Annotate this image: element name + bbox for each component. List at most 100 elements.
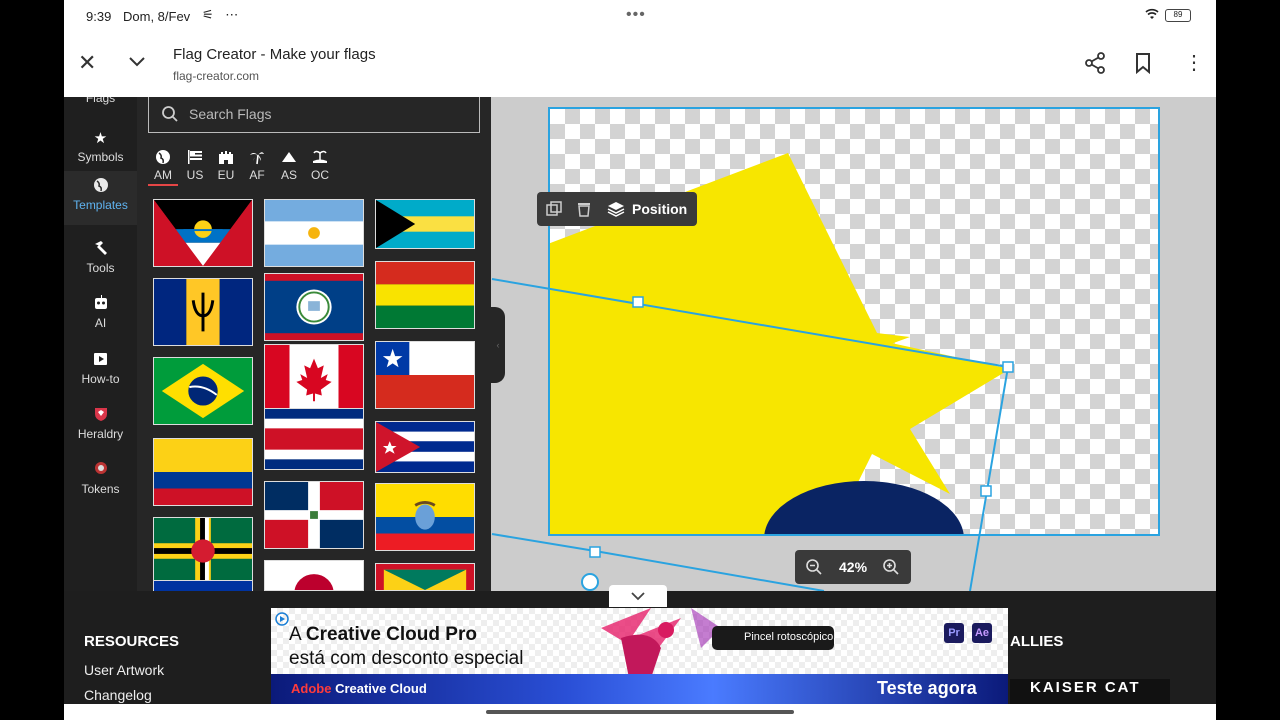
flag-ecuador[interactable] [375,483,475,551]
after-effects-icon: Ae [972,623,992,643]
nav-label: Heraldry [77,427,124,441]
tab-region-oc[interactable]: OC [305,149,335,182]
tab-region-us[interactable]: US [180,149,210,182]
nav-label: How-to [81,372,120,386]
search-input[interactable] [189,103,469,125]
close-icon[interactable]: ✕ [78,50,96,76]
star-icon: ★ [93,130,108,147]
status-time: 9:39 [86,9,112,24]
rotoscope-brush-badge: Pincel rotoscópico [712,626,834,650]
us-flag-icon [180,149,210,165]
multitask-dots-icon[interactable]: ••• [626,6,646,24]
flag-partial[interactable] [153,580,253,591]
region-label: EU [217,168,235,182]
flag-barbados[interactable] [153,278,253,346]
video-icon [64,351,137,369]
trash-icon[interactable] [575,200,593,218]
rotate-handle-icon[interactable] [581,573,599,591]
position-button[interactable]: Position [632,201,687,217]
globe-icon [148,149,178,165]
ad-headline-prefix: A [289,624,306,645]
page-url: flag-creator.com [173,69,260,83]
flag-cuba[interactable] [375,421,475,473]
wifi-icon [1144,7,1160,24]
kaiser-cat-logo[interactable]: KAISER CAT [1010,679,1170,704]
page-title: Flag Creator - Make your flags [173,46,376,63]
flag-japan-partial[interactable] [264,560,364,591]
link-changelog[interactable]: Changelog [84,687,152,703]
globe-icon [64,177,137,195]
token-icon [64,461,137,479]
search-box[interactable] [148,97,480,133]
layers-icon[interactable] [607,200,625,218]
flag-bolivia[interactable] [375,261,475,329]
nav-label: Tokens [81,482,120,496]
flag-design [550,153,1010,534]
region-label: OC [311,168,329,182]
island-icon [305,149,335,165]
resources-heading: RESOURCES [84,633,180,650]
try-now-button[interactable]: Teste agora [877,678,977,699]
element-toolbar: Position [537,192,697,226]
link-user-artwork[interactable]: User Artwork [84,662,164,678]
flag-brazil[interactable] [153,357,253,425]
notification-icons: ⚟ ⋯ [202,7,243,22]
chevron-down-icon [631,592,645,601]
robot-icon [64,295,137,313]
nav-item-symbols[interactable]: ★ Symbols [64,123,137,175]
flag-belize[interactable] [264,273,364,341]
nav-item-heraldry[interactable]: Heraldry [64,400,137,452]
tab-region-am[interactable]: AM [148,149,178,186]
ad-headline: A Creative Cloud Pro [289,624,477,646]
nav-item-flags[interactable]: Flags [64,97,137,105]
zoom-out-icon[interactable] [805,558,823,576]
chevron-down-icon[interactable] [126,50,148,72]
ad-bottom-bar: Adobe Creative Cloud Teste agora [271,674,1008,704]
flag-chile[interactable] [375,341,475,409]
home-indicator[interactable] [486,710,794,714]
ad-collapse-button[interactable] [609,585,667,607]
tab-region-af[interactable]: AF [242,149,272,182]
nav-item-tokens[interactable]: Tokens [64,455,137,507]
resize-handle[interactable] [589,546,601,558]
duplicate-icon[interactable] [545,200,563,218]
premiere-pro-icon: Pr [944,623,964,643]
adobe-cc-brand: Adobe Creative Cloud [291,681,427,696]
nav-item-tools[interactable]: Tools [64,234,137,286]
zoom-control: 42% [795,550,911,584]
flag-argentina[interactable] [264,199,364,267]
bookmark-icon[interactable] [1134,52,1152,74]
nav-label: Symbols [77,150,124,164]
status-bar: 9:39 Dom, 8/Fev ⚟ ⋯ ••• 89 [64,0,1216,32]
flag-bahamas[interactable] [375,199,475,249]
flag-canvas[interactable] [548,107,1160,536]
flag-colombia[interactable] [153,438,253,506]
nav-item-ai[interactable]: AI [64,289,137,341]
more-vert-icon[interactable]: ⋮ [1184,50,1204,75]
flag-dominican-republic[interactable] [264,481,364,549]
battery-icon: 89 [1165,9,1191,22]
mountain-icon [274,149,304,165]
flag-dominica[interactable] [153,517,253,585]
nav-label: Tools [86,261,115,275]
region-label: US [186,168,204,182]
flag-grenada[interactable] [375,563,475,591]
adchoices-icon[interactable] [275,612,289,626]
browser-toolbar: ✕ Flag Creator - Make your flags flag-cr… [64,32,1216,97]
nav-item-howto[interactable]: How-to [64,345,137,397]
flag-antigua[interactable] [153,199,253,267]
tab-region-as[interactable]: AS [274,149,304,182]
nav-item-templates[interactable]: Templates [64,171,137,225]
hammer-icon [64,240,137,258]
flag-costa-rica[interactable] [264,408,364,470]
templates-panel: AM US EU AF [137,97,491,591]
panel-collapse-handle[interactable]: ‹ [491,307,505,383]
region-label: AS [280,168,297,182]
tab-region-eu[interactable]: EU [211,149,241,182]
advertisement-banner[interactable]: A Creative Cloud Pro está com desconto e… [271,608,1008,704]
share-icon[interactable] [1084,52,1106,74]
zoom-in-icon[interactable] [882,558,900,576]
ad-headline-bold: Creative Cloud Pro [305,624,477,645]
brand-adobe: Adobe [291,681,332,696]
flag-canada[interactable] [264,344,364,412]
